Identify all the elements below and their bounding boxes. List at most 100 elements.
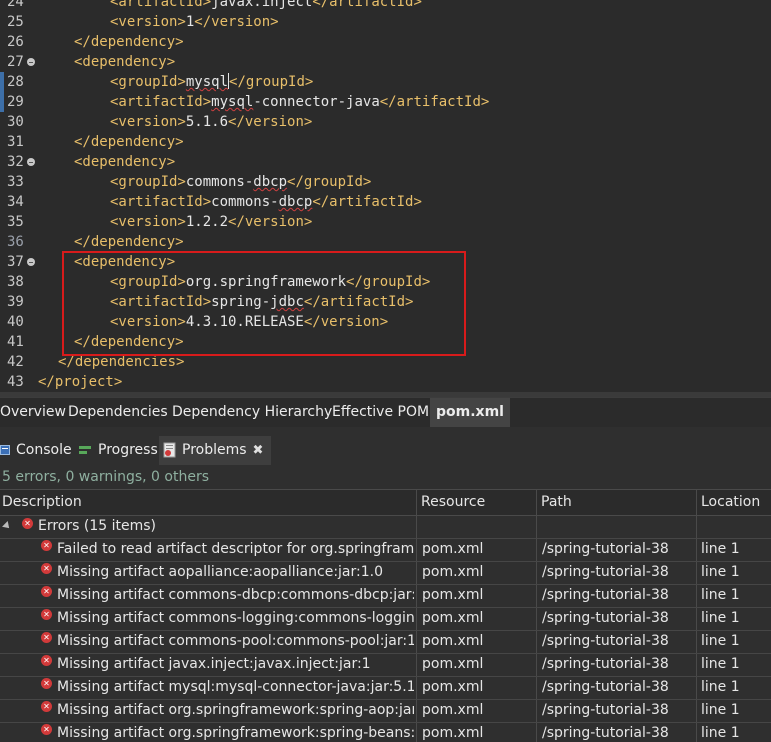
xml-value: commons- [185,174,254,190]
errors-group-row[interactable]: ✕ Errors (15 items) [0,515,771,539]
cell-resource: pom.xml [422,702,484,718]
tab-effective-pom[interactable]: Effective POM [332,398,429,427]
xml-value: javax.inject [211,0,313,10]
line-number: 28 [7,74,24,90]
code-text: <version>1</version> [110,12,279,32]
table-row[interactable]: ✕ Missing artifact aopalliance:aopallianc… [0,561,771,585]
tab-problems[interactable]: Problems ✖ [159,436,272,465]
error-icon: ✕ [22,518,33,529]
error-icon: ✕ [41,724,52,735]
column-location[interactable]: Location [699,490,760,515]
cell-path: /spring-tutorial-38 [542,564,669,580]
tab-console-label: Console [16,442,72,458]
table-header: Description Resource Path Location [0,489,771,516]
line-number: 30 [7,114,24,130]
xml-tag: <version> [110,214,186,230]
cell-resource: pom.xml [422,633,484,649]
code-line[interactable]: 32 <dependency> [0,152,771,172]
xml-tag: <artifactId> [110,0,212,10]
cell-resource: pom.xml [422,656,484,672]
code-text: </project> [38,372,122,392]
expand-icon[interactable] [2,521,12,531]
line-number: 42 [7,354,24,370]
tab-console[interactable]: Console [0,436,72,465]
fold-collapse-icon[interactable] [27,58,35,66]
console-icon [0,445,10,455]
code-line[interactable]: 43 </project> [0,372,771,392]
code-line[interactable]: 24 <artifactId>javax.inject</artifactId> [0,0,771,12]
table-row[interactable]: ✕ Missing artifact commons-logging:common… [0,607,771,631]
xml-tag: </groupId> [229,74,314,90]
xml-tag: </artifactId> [312,0,422,10]
xml-tag: </artifactId> [312,194,422,210]
cell-description: Missing artifact commons-logging:commons… [57,610,414,626]
column-path[interactable]: Path [539,490,572,515]
code-line[interactable]: 25 <version>1</version> [0,12,771,32]
tab-pom-xml[interactable]: pom.xml [430,398,510,427]
fold-collapse-icon[interactable] [27,258,35,266]
cell-description: Missing artifact aopalliance:aopalliance… [57,564,383,580]
code-line[interactable]: 35 <version>1.2.2</version> [0,212,771,232]
progress-icon [79,446,91,454]
table-row[interactable]: ✕ Missing artifact commons-dbcp:commons-d… [0,584,771,608]
fold-collapse-icon[interactable] [27,158,35,166]
error-icon: ✕ [41,563,52,574]
error-icon: ✕ [41,701,52,712]
cell-location: line 1 [701,610,740,626]
table-row[interactable]: ✕ Missing artifact commons-pool:commons-p… [0,630,771,654]
tab-dependency-hierarchy[interactable]: Dependency Hierarchy [172,398,332,427]
xml-tag: <version> [110,14,186,30]
xml-tag: </dependency> [74,34,184,50]
tab-problems-label: Problems [182,442,247,458]
change-marker [0,92,4,112]
code-line[interactable]: 34 <artifactId>commons-dbcp</artifactId> [0,192,771,212]
problems-table: Description Resource Path Location ✕ Err… [0,489,771,742]
table-row[interactable]: ✕ Missing artifact mysql:mysql-connector-… [0,676,771,700]
xml-value: mysql [185,74,229,90]
code-text: <groupId>commons-dbcp</groupId> [110,172,371,192]
code-line[interactable]: 29 <artifactId>mysql-connector-java</arti… [0,92,771,112]
table-row[interactable]: ✕ Missing artifact org.springframework:sp… [0,722,771,742]
line-number: 33 [7,174,24,190]
cell-location: line 1 [701,633,740,649]
line-number: 38 [7,274,24,290]
code-line[interactable]: 28 <groupId>mysql</groupId> [0,72,771,92]
xml-tag: </artifactId> [379,94,490,110]
error-icon: ✕ [41,540,52,551]
xml-tag: </version> [228,114,313,130]
xml-tag: </dependency> [74,134,184,150]
table-row[interactable]: ✕ Missing artifact javax.inject:javax.inj… [0,653,771,677]
xml-value: 1.2.2 [185,214,229,230]
code-line[interactable]: 36 </dependency> [0,232,771,252]
xml-value: dbcp [253,174,288,190]
xml-tag: <dependency> [74,154,176,170]
xml-tag: </version> [228,214,313,230]
cell-description: Missing artifact org.springframework:spr… [57,702,414,718]
tab-dependencies[interactable]: Dependencies [68,398,168,427]
code-text: <artifactId>javax.inject</artifactId> [110,0,422,12]
xml-tag: </version> [194,14,279,30]
code-line[interactable]: 33 <groupId>commons-dbcp</groupId> [0,172,771,192]
line-number: 43 [7,374,24,390]
line-number: 39 [7,294,24,310]
code-line[interactable]: 27 <dependency> [0,52,771,72]
table-row[interactable]: ✕ Missing artifact org.springframework:sp… [0,699,771,723]
code-line[interactable]: 31 </dependency> [0,132,771,152]
xml-editor[interactable]: 24 <artifactId>javax.inject</artifactId> 2… [0,0,771,397]
column-resource[interactable]: Resource [419,490,485,515]
xml-value: 5.1.6 [185,114,229,130]
pom-editor-tabs: Overview Dependencies Dependency Hierarc… [0,397,771,427]
code-text: <version>5.1.6</version> [110,112,312,132]
code-text: <groupId>mysql</groupId> [110,72,313,92]
code-line[interactable]: 30 <version>5.1.6</version> [0,112,771,132]
xml-tag: <artifactId> [110,94,212,110]
tab-progress[interactable]: Progress [79,436,158,465]
line-number: 31 [7,134,24,150]
table-row[interactable]: ✕ Failed to read artifact descriptor for … [0,538,771,562]
line-number: 24 [7,0,24,10]
tab-overview[interactable]: Overview [0,398,66,427]
column-description[interactable]: Description [0,490,82,515]
code-line[interactable]: 26 </dependency> [0,32,771,52]
close-icon[interactable]: ✖ [253,443,264,458]
code-text: <version>1.2.2</version> [110,212,312,232]
